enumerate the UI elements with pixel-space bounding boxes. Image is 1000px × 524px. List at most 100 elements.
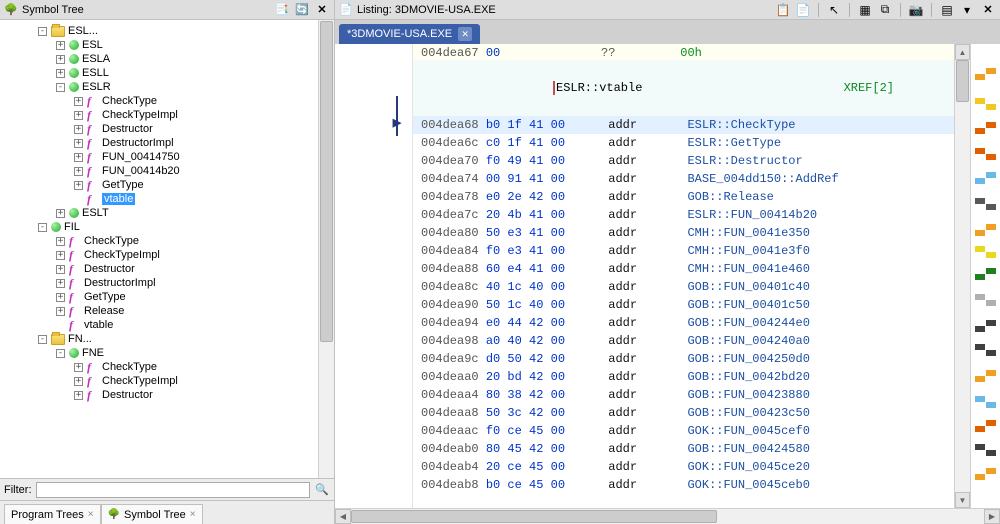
- expander-icon[interactable]: -: [38, 223, 47, 232]
- tree-row[interactable]: +fDestructor: [0, 262, 334, 276]
- paste-icon[interactable]: 📄: [796, 3, 810, 17]
- listing-row[interactable]: 004dea78 e0 2e 42 00 addr GOB::Release: [413, 188, 954, 206]
- tree-row[interactable]: +fGetType: [0, 178, 334, 192]
- expander-icon[interactable]: +: [56, 307, 65, 316]
- hscroll-thumb[interactable]: [351, 510, 717, 523]
- tree-row[interactable]: +fDestructorImpl: [0, 136, 334, 150]
- listing-row[interactable]: 004deaac f0 ce 45 00 addr GOK::FUN_0045c…: [413, 422, 954, 440]
- bottom-tab[interactable]: 🌳Symbol Tree×: [101, 504, 203, 524]
- expander-icon[interactable]: +: [74, 125, 83, 134]
- overview-mark[interactable]: [975, 344, 985, 350]
- tree-row[interactable]: +ESLA: [0, 52, 334, 66]
- tree-row[interactable]: fvtable: [0, 318, 334, 332]
- tree-row[interactable]: -FN...: [0, 332, 334, 346]
- tree-row[interactable]: +fGetType: [0, 290, 334, 304]
- expander-icon[interactable]: +: [56, 279, 65, 288]
- code-tab-close[interactable]: ✕: [458, 27, 472, 41]
- listing-row[interactable]: 004dea70 f0 49 41 00 addr ESLR::Destruct…: [413, 152, 954, 170]
- listing-row[interactable]: 004dea6c c0 1f 41 00 addr ESLR::GetType: [413, 134, 954, 152]
- overview-mark[interactable]: [975, 230, 985, 236]
- expander-icon[interactable]: +: [74, 167, 83, 176]
- expander-icon[interactable]: -: [38, 335, 47, 344]
- listing-row[interactable]: 004dea74 00 91 41 00 addr BASE_004dd150:…: [413, 170, 954, 188]
- listing-row[interactable]: 004dea8c 40 1c 40 00 addr GOB::FUN_00401…: [413, 278, 954, 296]
- tree-row[interactable]: +fCheckTypeImpl: [0, 374, 334, 388]
- overview-mark[interactable]: [975, 474, 985, 480]
- overview-mark[interactable]: [986, 468, 996, 474]
- listing-scroll-thumb[interactable]: [956, 60, 969, 102]
- tree-scrollbar[interactable]: [318, 20, 334, 478]
- overview-mark[interactable]: [975, 246, 985, 252]
- close-button[interactable]: ✕: [314, 2, 330, 18]
- listing-row[interactable]: 004dea98 a0 40 42 00 addr GOB::FUN_00424…: [413, 332, 954, 350]
- overview-mark[interactable]: [975, 98, 985, 104]
- overview-mark[interactable]: [986, 268, 996, 274]
- overview-mark[interactable]: [975, 376, 985, 382]
- listing-row[interactable]: 004dea9c d0 50 42 00 addr GOB::FUN_00425…: [413, 350, 954, 368]
- overview-mark[interactable]: [975, 74, 985, 80]
- listing-hscrollbar[interactable]: ◀ ▶: [335, 508, 1000, 524]
- overview-mark[interactable]: [986, 172, 996, 178]
- listing-row[interactable]: 004dea7c 20 4b 41 00 addr ESLR::FUN_0041…: [413, 206, 954, 224]
- tree-scrollbar-thumb[interactable]: [320, 21, 333, 342]
- options-button[interactable]: 🔄: [294, 2, 310, 18]
- overview-mark[interactable]: [975, 178, 985, 184]
- listing-row[interactable]: 004dea90 50 1c 40 00 addr GOB::FUN_00401…: [413, 296, 954, 314]
- expander-icon[interactable]: -: [56, 349, 65, 358]
- overview-mark[interactable]: [986, 68, 996, 74]
- expander-icon[interactable]: -: [38, 27, 47, 36]
- listing-row[interactable]: 004dea84 f0 e3 41 00 addr CMH::FUN_0041e…: [413, 242, 954, 260]
- expander-icon[interactable]: +: [56, 237, 65, 246]
- tree-row[interactable]: +fCheckType: [0, 234, 334, 248]
- tree-row[interactable]: +fCheckTypeImpl: [0, 108, 334, 122]
- overview-mark[interactable]: [986, 300, 996, 306]
- overview-mark[interactable]: [986, 204, 996, 210]
- tree-scroll-area[interactable]: -ESL...+ESL+ESLA+ESLL-ESLR+fCheckType+fC…: [0, 20, 334, 478]
- bottom-tab[interactable]: Program Trees×: [4, 504, 101, 524]
- overview-mark[interactable]: [986, 450, 996, 456]
- overview-mark[interactable]: [986, 420, 996, 426]
- overview-mark[interactable]: [975, 326, 985, 332]
- tab-close-icon[interactable]: ×: [88, 509, 94, 520]
- overview-mark[interactable]: [986, 224, 996, 230]
- listing-row[interactable]: 004deab4 20 ce 45 00 addr GOK::FUN_0045c…: [413, 458, 954, 476]
- overview-mark[interactable]: [986, 370, 996, 376]
- tab-close-icon[interactable]: ×: [190, 509, 196, 520]
- overview-mark[interactable]: [975, 294, 985, 300]
- listing-row[interactable]: 004deab8 b0 ce 45 00 addr GOK::FUN_0045c…: [413, 476, 954, 494]
- overview-mark[interactable]: [975, 396, 985, 402]
- copy-icon[interactable]: 📋: [776, 3, 790, 17]
- overview-mark[interactable]: [975, 444, 985, 450]
- tree-row[interactable]: -ESL...: [0, 24, 334, 38]
- listing-row[interactable]: 004dea80 50 e3 41 00 addr CMH::FUN_0041e…: [413, 224, 954, 242]
- listing-scrollbar[interactable]: ▲ ▼: [954, 44, 970, 508]
- cursor-icon[interactable]: ↖: [827, 3, 841, 17]
- tree-row[interactable]: +fDestructorImpl: [0, 276, 334, 290]
- listing-row[interactable]: 004deab0 80 45 42 00 addr GOB::FUN_00424…: [413, 440, 954, 458]
- tree-row[interactable]: -FNE: [0, 346, 334, 360]
- tree-row[interactable]: fvtable: [0, 192, 334, 206]
- overview-mark[interactable]: [986, 252, 996, 258]
- overview-mark[interactable]: [986, 320, 996, 326]
- expander-icon[interactable]: +: [56, 293, 65, 302]
- diff-icon[interactable]: ⧉: [878, 3, 892, 17]
- hscroll-left-arrow[interactable]: ◀: [335, 509, 351, 524]
- scroll-down-arrow[interactable]: ▼: [955, 492, 970, 508]
- expander-icon[interactable]: +: [56, 209, 65, 218]
- overview-mark[interactable]: [975, 198, 985, 204]
- tree-row[interactable]: +fFUN_00414750: [0, 150, 334, 164]
- tree-row[interactable]: -ESLR: [0, 80, 334, 94]
- expander-icon[interactable]: +: [74, 111, 83, 120]
- code-tab[interactable]: *3DMOVIE-USA.EXE ✕: [339, 24, 480, 44]
- tree-row[interactable]: +fRelease: [0, 304, 334, 318]
- overview-ruler[interactable]: [970, 44, 1000, 508]
- xref-label[interactable]: XREF[2]: [844, 79, 894, 97]
- tree-row[interactable]: +ESLT: [0, 206, 334, 220]
- tree-row[interactable]: +fCheckType: [0, 360, 334, 374]
- overview-mark[interactable]: [986, 402, 996, 408]
- expander-icon[interactable]: +: [74, 97, 83, 106]
- listing-row[interactable]: 004deaa8 50 3c 42 00 addr GOB::FUN_00423…: [413, 404, 954, 422]
- listing-row[interactable]: 004dea88 60 e4 41 00 addr CMH::FUN_0041e…: [413, 260, 954, 278]
- listing-code[interactable]: 004dea67 00 ?? 00h ESLR::vtable XREF[2] …: [413, 44, 954, 508]
- expander-icon[interactable]: +: [74, 391, 83, 400]
